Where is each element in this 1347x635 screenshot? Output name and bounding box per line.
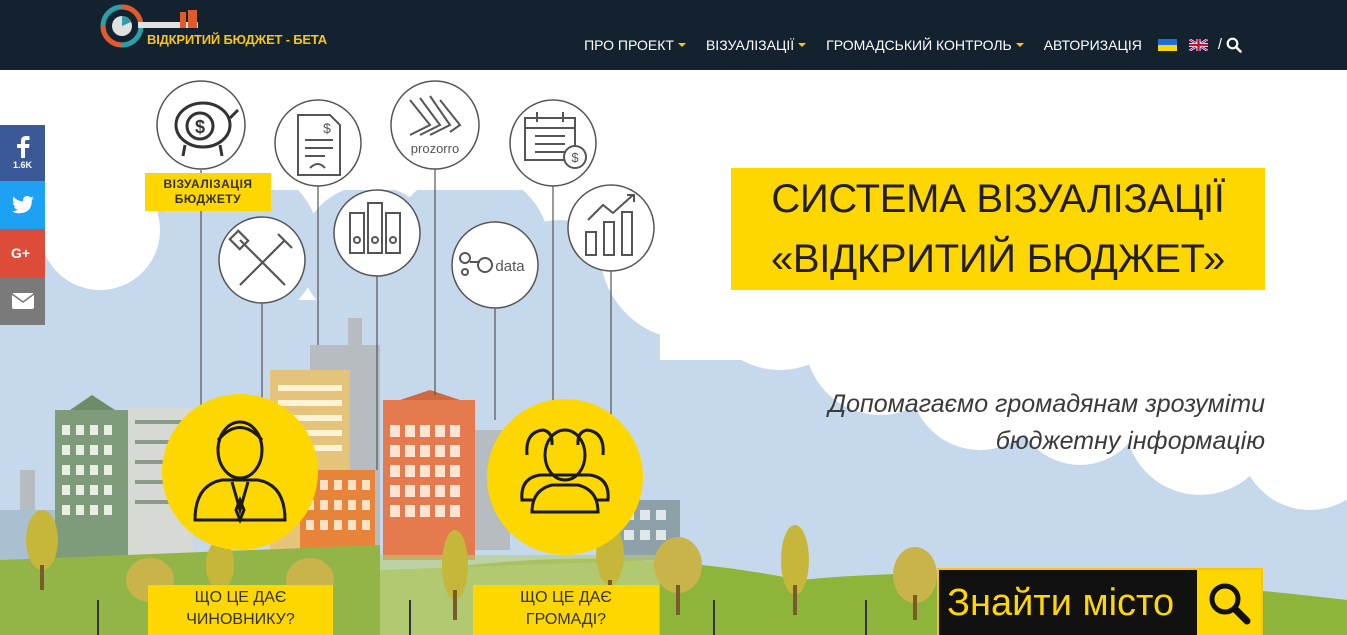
magnifier-icon <box>1209 583 1251 625</box>
nav-visualizations[interactable]: ВІЗУАЛІЗАЦІЇ <box>696 37 816 53</box>
facebook-share-count: 1.6K <box>12 160 32 170</box>
hero-title-line-2: «ВІДКРИТИЙ БЮДЖЕТ» <box>770 237 1226 281</box>
viz-label-line-1: ВІЗУАЛІЗАЦІЯ <box>163 177 253 191</box>
caret-down-icon <box>1015 42 1024 47</box>
svg-text:$: $ <box>195 117 205 137</box>
nav-about-label: ПРО ПРОЕКТ <box>584 36 674 53</box>
card-official-line-1: ЩО ЦЕ ДАЄ <box>194 589 287 606</box>
nav-login[interactable]: АВТОРИЗАЦІЯ <box>1034 37 1152 53</box>
uk-flag-icon[interactable] <box>1188 38 1208 51</box>
prozorro-label: prozorro <box>411 141 459 156</box>
facebook-share-button[interactable]: 1.6K <box>0 125 45 181</box>
card-official-line-2: ЧИНОВНИКУ? <box>186 611 295 628</box>
viz-label-line-2: БЮДЖЕТУ <box>174 192 242 206</box>
hero-section: $ $ prozorro $ data 1.6K G+ <box>0 70 1347 635</box>
nav-login-label: АВТОРИЗАЦІЯ <box>1043 36 1142 53</box>
main-nav: ПРО ПРОЕКТ ВІЗУАЛІЗАЦІЇ ГРОМАДСЬКИЙ КОНТ… <box>574 36 1242 53</box>
tagline-line-1: Допомагаємо громадянам зрозуміти <box>828 390 1266 418</box>
nav-separator: / <box>1217 36 1222 53</box>
google-plus-icon: G+ <box>11 246 30 260</box>
social-share-sidebar: 1.6K G+ <box>0 125 45 325</box>
caret-down-icon <box>677 42 686 47</box>
nav-visualizations-label: ВІЗУАЛІЗАЦІЇ <box>705 36 795 53</box>
top-header: ВІДКРИТИЙ БЮДЖЕТ - БЕТА ПРО ПРОЕКТ ВІЗУА… <box>0 0 1347 70</box>
svg-text:$: $ <box>323 120 331 136</box>
tagline-line-2: бюджетну інформацію <box>995 427 1265 455</box>
nav-public-control-label: ГРОМАДСЬКИЙ КОНТРОЛЬ <box>826 36 1012 53</box>
edata-label: data <box>495 258 525 275</box>
hero-title-box: СИСТЕМА ВІЗУАЛІЗАЦІЇ «ВІДКРИТИЙ БЮДЖЕТ» <box>731 168 1265 290</box>
email-share-button[interactable] <box>0 277 45 325</box>
email-icon <box>11 293 34 309</box>
nav-public-control[interactable]: ГРОМАДСЬКИЙ КОНТРОЛЬ <box>816 37 1034 53</box>
logo-text[interactable]: ВІДКРИТИЙ БЮДЖЕТ - БЕТА <box>147 32 327 47</box>
hero-title-line-1: СИСТЕМА ВІЗУАЛІЗАЦІЇ <box>771 177 1225 221</box>
find-city-button[interactable]: Знайти місто <box>937 568 1263 635</box>
twitter-share-button[interactable] <box>0 181 45 229</box>
find-city-search-button[interactable] <box>1197 570 1261 635</box>
nav-about[interactable]: ПРО ПРОЕКТ <box>574 37 696 53</box>
search-icon[interactable] <box>1226 37 1242 53</box>
caret-down-icon <box>798 42 807 47</box>
hero-tagline: Допомагаємо громадянам зрозуміти бюджетн… <box>829 386 1266 460</box>
card-community-line-2: ГРОМАДІ? <box>525 611 607 628</box>
google-plus-share-button[interactable]: G+ <box>0 229 45 277</box>
find-city-label: Знайти місто <box>947 581 1175 624</box>
official-benefits-button[interactable]: ЩО ЦЕ ДАЄ ЧИНОВНИКУ? <box>148 585 333 635</box>
ukraine-flag-icon[interactable] <box>1157 38 1177 51</box>
card-community-line-1: ЩО ЦЕ ДАЄ <box>520 589 612 606</box>
twitter-icon <box>11 196 34 214</box>
svg-text:$: $ <box>571 150 579 165</box>
budget-visualization-label[interactable]: ВІЗУАЛІЗАЦІЯ БЮДЖЕТУ <box>145 173 271 211</box>
community-benefits-button[interactable]: ЩО ЦЕ ДАЄ ГРОМАДІ? <box>473 585 659 635</box>
svg-text:G+: G+ <box>11 246 30 260</box>
facebook-icon <box>16 136 29 158</box>
city-illustration: $ $ prozorro $ data <box>0 70 1347 635</box>
